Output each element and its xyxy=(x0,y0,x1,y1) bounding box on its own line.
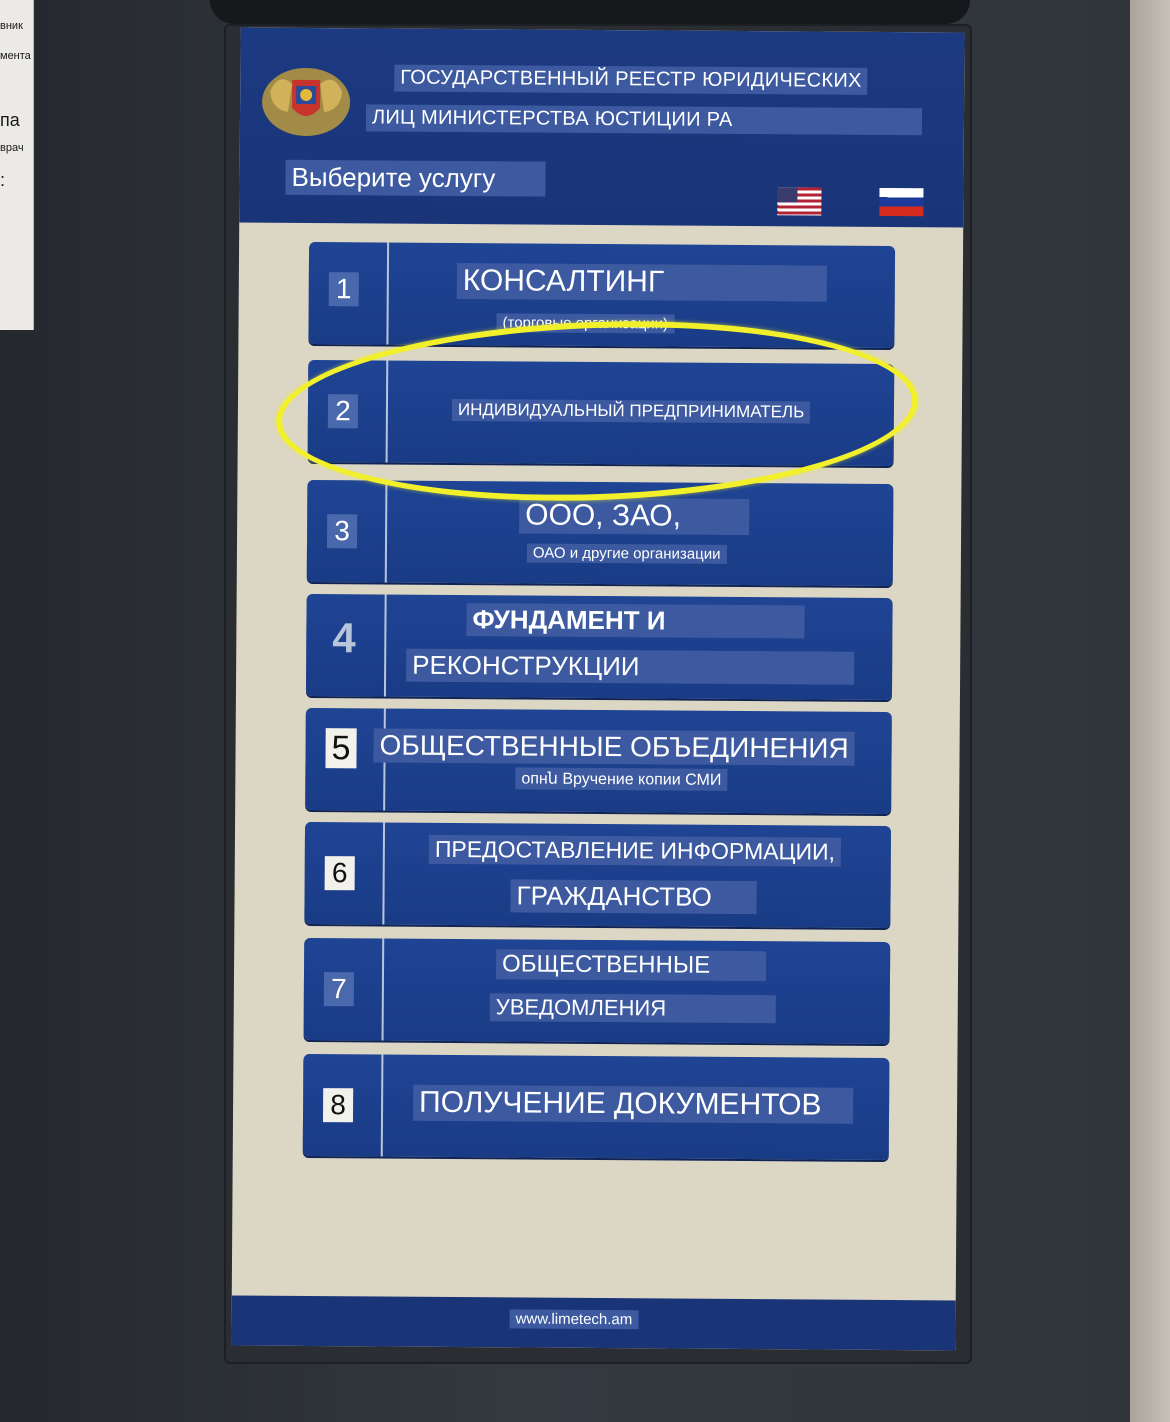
paper-text: вник xyxy=(0,20,23,32)
service-button-2[interactable]: 2 ИНДИВИДУАЛЬНЫЙ ПРЕДПРИНИМАТЕЛЬ xyxy=(307,359,895,467)
service-label: ПРЕДОСТАВЛЕНИЕ ИНФОРМАЦИИ, xyxy=(428,834,842,867)
russian-flag-button[interactable] xyxy=(879,187,924,217)
service-label: ФУНДАМЕНТ И xyxy=(466,603,805,639)
button-divider xyxy=(383,594,387,697)
button-divider xyxy=(380,1054,384,1157)
service-button-6[interactable]: 6 ПРЕДОСТАВЛЕНИЕ ИНФОРМАЦИИ, ГРАЖДАНСТВО xyxy=(304,821,892,929)
service-number: 8 xyxy=(322,1088,354,1123)
paper-text: : xyxy=(0,170,6,190)
service-label: РЕКОНСТРУКЦИИ xyxy=(406,648,855,685)
button-divider xyxy=(385,360,389,463)
service-button-3[interactable]: 3 ООО, ЗАО, ОАО и другие организации xyxy=(306,479,894,587)
wall xyxy=(1130,0,1170,1422)
service-label: ПОЛУЧЕНИЕ ДОКУМЕНТОВ xyxy=(412,1084,854,1124)
service-button-8[interactable]: 8 ПОЛУЧЕНИЕ ДОКУМЕНТОВ xyxy=(302,1053,890,1161)
service-number: 4 xyxy=(332,614,356,662)
service-label: ОБЩЕСТВЕННЫЕ ОБЪЕДИНЕНИЯ xyxy=(373,728,855,766)
service-number: 5 xyxy=(325,728,357,769)
service-label: УВЕДОМЛЕНИЯ xyxy=(489,993,776,1024)
service-number: 2 xyxy=(327,394,359,429)
header-title-line-1: ГОСУДАРСТВЕННЫЙ РЕЕСТР ЮРИДИЧЕСКИХ xyxy=(394,64,868,95)
button-divider xyxy=(382,822,386,925)
button-divider xyxy=(381,938,385,1041)
service-button-5[interactable]: 5 ОБЩЕСТВЕННЫЕ ОБЪЕДИНЕНИЯ опнն Вручение… xyxy=(305,707,892,815)
service-label: ООО, ЗАО, xyxy=(519,497,750,536)
service-button-1[interactable]: 1 КОНСАЛТИНГ (торговые организации) xyxy=(308,241,896,349)
service-number: 7 xyxy=(323,972,355,1007)
service-button-4[interactable]: 4 ФУНДАМЕНТ И РЕКОНСТРУКЦИИ xyxy=(305,593,893,701)
button-divider xyxy=(384,480,388,583)
paper-text: врач xyxy=(0,142,24,154)
kiosk-top-edge xyxy=(210,0,970,24)
service-button-7[interactable]: 7 ОБЩЕСТВЕННЫЕ УВЕДОМЛЕНИЯ xyxy=(303,937,891,1045)
service-number: 1 xyxy=(328,272,359,307)
paper-text: па xyxy=(0,110,20,130)
paper-text: мента xyxy=(0,50,31,62)
service-subtitle: опнն Вручение копии СМИ xyxy=(515,767,728,791)
service-subtitle: (торговые организации) xyxy=(496,313,675,334)
flag-canton xyxy=(777,187,798,203)
service-subtitle: ОАО и другие организации xyxy=(526,543,727,564)
coat-of-arms-icon xyxy=(262,67,351,136)
service-label: КОНСАЛТИНГ xyxy=(456,263,827,302)
kiosk-screen: ГОСУДАРСТВЕННЫЙ РЕЕСТР ЮРИДИЧЕСКИХ ЛИЦ М… xyxy=(231,27,965,1351)
footer-url: www.limetech.am xyxy=(509,1309,639,1330)
button-divider xyxy=(386,242,390,345)
service-label: ОБЩЕСТВЕННЫЕ xyxy=(495,949,767,982)
service-label: ГРАЖДАНСТВО xyxy=(510,879,757,915)
header-title-line-2: ЛИЦ МИНИСТЕРСТВА ЮСТИЦИИ РА xyxy=(365,104,923,136)
service-number: 6 xyxy=(324,856,355,891)
header: ГОСУДАРСТВЕННЫЙ РЕЕСТР ЮРИДИЧЕСКИХ ЛИЦ М… xyxy=(239,27,965,228)
english-flag-button[interactable] xyxy=(777,187,822,216)
side-paper: вник мента па врач : xyxy=(0,0,34,330)
service-label: ИНДИВИДУАЛЬНЫЙ ПРЕДПРИНИМАТЕЛЬ xyxy=(451,398,811,424)
choose-service-prompt: Выберите услугу xyxy=(285,159,546,197)
service-number: 3 xyxy=(326,514,358,549)
